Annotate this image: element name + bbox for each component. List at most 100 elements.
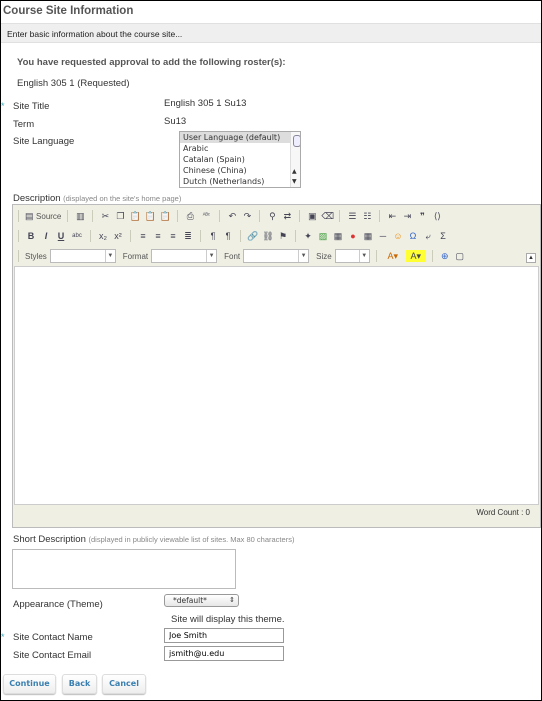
align-left-icon[interactable]: ≡ [137,230,149,242]
find-icon[interactable]: ⚲ [266,210,278,222]
language-option[interactable]: Catalan (Spain) [180,154,300,165]
source-icon[interactable]: ▤ Source [25,210,61,222]
description-editor-area[interactable] [14,266,539,505]
media-icon[interactable]: ✦ [302,230,314,242]
div-icon[interactable]: ⟨⟩ [431,210,443,222]
toolbar-row-1: ▤ Source ▥ ✂ ❐ 📋 📋 📋 ⎙ ᴬᴮᶜ ↶ ↷ ⚲ ⇄ ▣ ⌫ ☰ ☷ ⇤ ⇥ ❞ ⟨⟩ [15,207,443,225]
italic-icon[interactable]: I [40,230,52,242]
listbox-scrollbar[interactable]: ▲ ▼ [290,132,300,187]
cancel-button[interactable]: Cancel [102,674,146,694]
replace-icon[interactable]: ⇄ [281,210,293,222]
special-char-icon[interactable]: Ω [407,230,419,242]
site-language-label: Site Language [13,136,75,147]
toolbar-separator [18,230,19,242]
theme-select[interactable]: *default* ⇕ [164,594,239,607]
term-label: Term [13,119,35,130]
spellcheck-icon[interactable]: ᴬᴮᶜ [199,210,213,222]
anchor-icon[interactable]: ⚑ [277,230,289,242]
bold-icon[interactable]: B [25,230,37,242]
record-icon[interactable]: ● [347,230,359,242]
contact-name-label: Site Contact Name [13,632,93,643]
smiley-icon[interactable]: ☺ [392,230,404,242]
strike-icon[interactable]: abc [70,230,84,242]
site-title-label: Site Title [13,101,50,112]
language-option[interactable]: User Language (default) [180,132,300,143]
superscript-icon[interactable]: x² [112,230,124,242]
font-dropdown[interactable]: ▼ [243,249,310,263]
select-arrows-icon: ⇕ [229,596,235,604]
required-marker: * [1,101,5,111]
scroll-down-icon[interactable]: ▼ [292,179,297,185]
maximize-icon[interactable]: ⊕ [439,250,451,262]
table-icon[interactable]: ▦ [362,230,374,242]
outdent-icon[interactable]: ⇤ [386,210,398,222]
show-blocks-icon[interactable]: ▢ [454,250,466,262]
subscript-icon[interactable]: x₂ [97,230,109,242]
bulleted-list-icon[interactable]: ☷ [361,210,373,222]
text-color-icon[interactable]: A▾ [383,250,403,262]
page-break-icon[interactable]: ⤶ [422,230,434,242]
styles-dropdown[interactable]: ▼ [49,249,116,263]
styles-label: Styles [25,251,47,261]
scroll-up-icon[interactable]: ▲ [292,169,297,175]
ltr-icon[interactable]: ¶ [207,230,219,242]
toolbar-separator [18,210,19,222]
word-count: Word Count : 0 [476,508,530,517]
align-right-icon[interactable]: ≡ [167,230,179,242]
cut-icon[interactable]: ✂ [99,210,111,222]
remove-format-icon[interactable]: ⌫ [321,210,334,222]
paste-icon[interactable]: 📋 [129,210,141,222]
language-option[interactable]: Chinese (China) [180,165,300,176]
undo-icon[interactable]: ↶ [226,210,238,222]
size-dropdown[interactable]: ▼ [334,249,370,263]
language-option[interactable]: Dutch (Netherlands) [180,176,300,187]
flash-icon[interactable]: ▦ [332,230,344,242]
toolbar-separator [240,230,241,242]
horizontal-rule-icon[interactable]: ─ [377,230,389,242]
contact-name-input[interactable] [164,628,284,643]
description-hint: (displayed on the site's home page) [63,194,182,203]
collapse-toolbar-icon[interactable]: ▲ [526,253,536,263]
back-button[interactable]: Back [62,674,97,694]
numbered-list-icon[interactable]: ☰ [346,210,358,222]
short-description-input[interactable] [12,549,236,589]
image-icon[interactable]: ▨ [317,230,329,242]
print-icon[interactable]: ⎙ [184,210,196,222]
paste-text-icon[interactable]: 📋 [144,210,156,222]
appearance-label: Appearance (Theme) [13,599,103,610]
rich-text-editor: ▤ Source ▥ ✂ ❐ 📋 📋 📋 ⎙ ᴬᴮᶜ ↶ ↷ ⚲ ⇄ ▣ ⌫ ☰ ☷ ⇤ ⇥ ❞ ⟨⟩ B I Uabc x₂… [12,204,541,528]
contact-email-input[interactable] [164,646,284,661]
underline-icon[interactable]: U [55,230,67,242]
bg-color-icon[interactable]: A▾ [405,250,426,262]
site-language-listbox[interactable]: User Language (default) Arabic Catalan (… [179,131,301,188]
continue-button[interactable]: Continue [3,674,56,694]
unlink-icon[interactable]: ⛓ [262,230,274,242]
rtl-icon[interactable]: ¶ [222,230,234,242]
toolbar-separator [259,210,261,222]
size-label: Size [316,251,332,261]
chevron-down-icon: ▼ [206,250,216,262]
justify-icon[interactable]: ≣ [182,230,194,242]
scroll-thumb[interactable] [293,135,300,147]
paste-word-icon[interactable]: 📋 [159,210,171,222]
redo-icon[interactable]: ↷ [241,210,253,222]
align-center-icon[interactable]: ≡ [152,230,164,242]
site-title-value: English 305 1 Su13 [164,98,247,109]
toolbar-separator [299,210,301,222]
format-dropdown[interactable]: ▼ [151,249,218,263]
course-site-info-page: Course Site Information Enter basic info… [1,1,541,700]
templates-icon[interactable]: ▥ [74,210,86,222]
language-option[interactable]: Arabic [180,143,300,154]
description-label: Description (displayed on the site's hom… [13,193,181,204]
description-label-text: Description [13,193,61,204]
toolbar-separator [92,210,94,222]
blockquote-icon[interactable]: ❞ [416,210,428,222]
copy-icon[interactable]: ❐ [114,210,126,222]
indent-icon[interactable]: ⇥ [401,210,413,222]
contact-email-label: Site Contact Email [13,650,92,661]
math-icon[interactable]: Σ [437,230,449,242]
instructions-bar: Enter basic information about the course… [1,23,541,43]
link-icon[interactable]: 🔗 [247,230,259,242]
select-all-icon[interactable]: ▣ [306,210,318,222]
short-description-hint: (displayed in publicly viewable list of … [88,535,295,544]
